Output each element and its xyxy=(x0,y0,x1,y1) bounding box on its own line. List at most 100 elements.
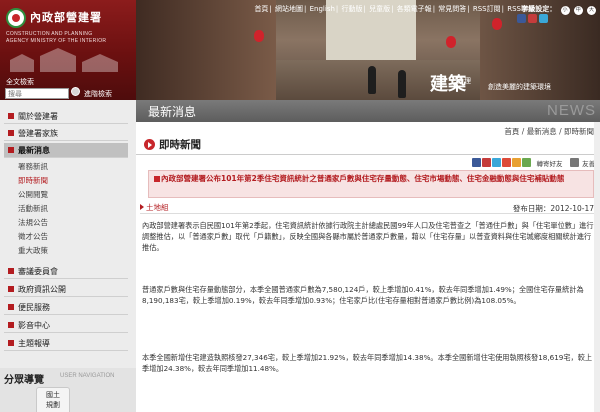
topnav-faq[interactable]: 常見問答 xyxy=(438,5,466,13)
news-decoration: NEWS xyxy=(547,102,596,119)
pedestrian xyxy=(398,70,406,98)
twitter-share-icon[interactable] xyxy=(492,158,501,167)
publish-date-value: 2012-10-17 xyxy=(550,204,594,213)
plurk-share-icon[interactable] xyxy=(482,158,491,167)
user-navigation-label: USER NAVIGATION xyxy=(60,373,115,379)
sidebar-item-latest-news[interactable]: 最新消息 xyxy=(4,143,128,158)
funp-share-icon[interactable] xyxy=(522,158,531,167)
facebook-share-icon[interactable] xyxy=(472,158,481,167)
bullet-icon xyxy=(154,176,160,182)
topnav-home[interactable]: 首頁 xyxy=(254,5,268,13)
bullet-icon xyxy=(8,322,14,328)
lantern-icon xyxy=(446,36,456,48)
sidebar-sub-agency-news[interactable]: 署務新訊 xyxy=(18,161,48,172)
sidebar-sub-major-policy[interactable]: 重大政策 xyxy=(18,245,48,256)
font-size-label: 字級設定： xyxy=(521,5,557,13)
facebook-icon[interactable] xyxy=(517,14,526,23)
land-planning-button[interactable]: 國土 規劃 xyxy=(36,387,70,412)
sidebar-item-media[interactable]: 影音中心 xyxy=(4,318,128,333)
news-title-box: 內政部營建署公布101年第2季住宅資訊統計之普通家戶數與住宅存量動態、住宅市場動… xyxy=(148,170,594,198)
sidebar-item-label: 審議委員會 xyxy=(18,267,58,276)
topnav-rss-subscribe[interactable]: RSS訂閱 xyxy=(473,5,501,13)
topnav-kids[interactable]: 兒童版 xyxy=(369,5,390,13)
breadcrumb-latest-news[interactable]: 最新消息 xyxy=(527,127,557,136)
breadcrumb-instant-news[interactable]: 即時新聞 xyxy=(564,127,594,136)
page-scrollbar[interactable] xyxy=(594,122,600,412)
main-content: 首頁 / 最新消息 / 即時新聞 即時新聞 轉寄好友 友善列印 內政部營建署公布… xyxy=(136,122,600,412)
topnav-mobile[interactable]: 行動版 xyxy=(342,5,363,13)
hemidemi-share-icon[interactable] xyxy=(512,158,521,167)
bullet-icon xyxy=(8,113,14,119)
article-paragraph: 普通家戶數與住宅存量動態部分，本季全國普通家戶數為7,580,124戶，較上季增… xyxy=(142,285,584,305)
left-sidebar: 關於營建署 營建署家族 最新消息 署務新訊 即時新聞 公開閱覽 活動新訊 法規公… xyxy=(0,100,136,412)
plurk-icon[interactable] xyxy=(528,14,537,23)
sidebar-sub-regulations[interactable]: 法規公告 xyxy=(18,217,48,228)
agency-subtitle-line1: CONSTRUCTION AND PLANNING xyxy=(6,31,93,37)
user-navigation-title: 分眾導覽 xyxy=(4,375,44,386)
sidebar-item-family[interactable]: 營建署家族 xyxy=(4,126,128,141)
breadcrumb: 首頁 / 最新消息 / 即時新聞 xyxy=(504,127,594,136)
section-title: 最新消息 xyxy=(148,105,197,119)
sidebar-item-services[interactable]: 便民服務 xyxy=(4,300,128,315)
topnav-newsletter[interactable]: 各類電子報 xyxy=(397,5,432,13)
agency-title[interactable]: 內政部營建署 xyxy=(30,9,102,25)
sidebar-item-review-committee[interactable]: 審議委員會 xyxy=(4,264,128,279)
agency-subtitle-line2: AGENCY MINISTRY OF THE INTERIOR xyxy=(6,38,107,44)
sidebar-item-about[interactable]: 關於營建署 xyxy=(4,109,128,124)
sidebar-sub-public-review[interactable]: 公開閱覽 xyxy=(18,189,48,200)
sidebar-item-label: 便民服務 xyxy=(18,303,50,312)
sidebar-item-label: 政府資訊公開 xyxy=(18,285,66,294)
building-silhouette-icon xyxy=(10,48,118,72)
article-paragraph: 本季全國新增住宅建造執照核發27,346宅，較上季增加21.92%，較去年同季增… xyxy=(142,353,593,373)
article-paragraph: 內政部營建署表示自民國101年第2季起，住宅資訊統計依據行政院主計總處民國99年… xyxy=(142,221,594,252)
meta-divider xyxy=(140,213,596,214)
sidebar-item-label: 影音中心 xyxy=(18,321,50,330)
publish-date-label: 發布日期： xyxy=(512,204,551,213)
google-share-icon[interactable] xyxy=(502,158,511,167)
bullet-icon xyxy=(8,286,14,292)
play-arrow-icon xyxy=(144,139,155,150)
sidebar-item-topics[interactable]: 主題報導 xyxy=(4,336,128,351)
forward-to-friend-link[interactable]: 轉寄好友 xyxy=(537,160,563,168)
news-title: 內政部營建署公布101年第2季住宅資訊統計之普通家戶數與住宅存量動態、住宅市場動… xyxy=(161,174,565,183)
sidebar-item-label: 主題報導 xyxy=(18,339,50,348)
topnav-sitemap[interactable]: 網站地圖 xyxy=(275,5,303,13)
sidebar-sub-instant-news[interactable]: 即時新聞 xyxy=(18,175,48,186)
search-label: 全文檢索 xyxy=(6,78,34,86)
sidebar-sub-events[interactable]: 活動新訊 xyxy=(18,203,48,214)
search-button[interactable] xyxy=(71,87,80,96)
banner-brand-small: 管理 xyxy=(457,77,471,85)
print-icon[interactable] xyxy=(570,158,580,167)
pedestrian xyxy=(368,66,376,94)
search-input[interactable] xyxy=(5,88,69,99)
sidebar-sub-recruitment[interactable]: 徵才公告 xyxy=(18,231,48,242)
sidebar-item-gov-info[interactable]: 政府資訊公開 xyxy=(4,282,128,297)
lantern-icon xyxy=(254,30,264,42)
advanced-search-link[interactable]: 進階檢索 xyxy=(84,89,112,99)
font-size-controls: 字級設定： 小 中 大 xyxy=(521,4,596,15)
twitter-icon[interactable] xyxy=(539,14,548,23)
site-header: 內政部營建署 CONSTRUCTION AND PLANNING AGENCY … xyxy=(0,0,600,100)
sidebar-item-label: 營建署家族 xyxy=(18,129,58,138)
bullet-icon xyxy=(8,130,14,136)
bullet-icon xyxy=(8,304,14,310)
logo-area: 內政部營建署 CONSTRUCTION AND PLANNING AGENCY … xyxy=(0,0,136,100)
department-label: 土地組 xyxy=(146,203,169,212)
article-tools: 轉寄好友 友善列印 xyxy=(472,158,600,169)
breadcrumb-home[interactable]: 首頁 xyxy=(504,127,519,136)
top-navigation: 首頁| 網站地圖| English| 行動版| 兒童版| 各類電子報| 常見問答… xyxy=(254,5,535,13)
page-title: 即時新聞 xyxy=(159,139,201,151)
heading-divider xyxy=(136,154,600,155)
section-title-bar: 最新消息 NEWS xyxy=(136,100,600,122)
sidebar-item-label: 關於營建署 xyxy=(18,112,58,121)
font-size-medium-button[interactable]: 中 xyxy=(573,6,583,15)
sidebar-item-label: 最新消息 xyxy=(18,146,50,155)
share-icons xyxy=(515,14,548,25)
topnav-english[interactable]: English xyxy=(310,5,335,13)
arrow-icon xyxy=(140,204,144,210)
font-size-large-button[interactable]: 大 xyxy=(587,6,596,15)
bullet-icon xyxy=(8,268,14,274)
agency-logo-icon[interactable] xyxy=(6,8,26,28)
banner-slogan: 創造美麗的建築環境 xyxy=(488,83,551,91)
font-size-small-button[interactable]: 小 xyxy=(560,6,570,15)
